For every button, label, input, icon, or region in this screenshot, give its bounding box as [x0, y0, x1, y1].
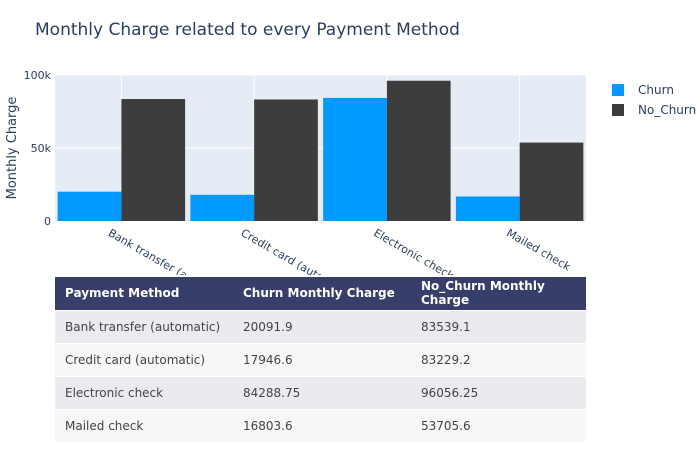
table-cell: 16803.6 — [233, 408, 411, 442]
table-header-row: Payment Method Churn Monthly Charge No_C… — [55, 277, 586, 310]
table-cell: Mailed check — [55, 408, 233, 442]
legend-swatch-no-churn — [612, 104, 624, 116]
table-header-cell: Payment Method — [55, 277, 233, 310]
legend-item-no-churn[interactable]: No_Churn — [612, 100, 696, 120]
legend-item-churn[interactable]: Churn — [612, 80, 696, 100]
bar-no-churn — [519, 142, 584, 221]
bar-churn — [323, 97, 387, 221]
table-cell: 84288.75 — [233, 375, 411, 409]
table-cell: Credit card (automatic) — [55, 342, 233, 376]
x-tick-label: Credit card (automatic) — [239, 226, 357, 275]
bar-no-churn — [121, 99, 186, 221]
bar-no-churn — [386, 80, 451, 221]
bar-churn — [57, 191, 122, 221]
bar-churn — [455, 196, 520, 221]
legend: Churn No_Churn — [612, 80, 696, 120]
table-cell: Bank transfer (automatic) — [55, 309, 233, 343]
bar-churn — [190, 194, 255, 221]
data-table: Payment Method Churn Monthly Charge No_C… — [55, 277, 586, 442]
table-cell: 20091.9 — [233, 309, 411, 343]
y-tick-label: 50k — [31, 142, 52, 155]
y-axis-label: Monthly Charge — [5, 97, 20, 200]
table-row: Electronic check 84288.75 96056.25 — [55, 375, 586, 409]
table-cell: 96056.25 — [411, 375, 586, 409]
legend-label-no-churn: No_Churn — [638, 103, 697, 117]
y-tick-label: 100k — [24, 69, 52, 82]
table-cell: Electronic check — [55, 375, 233, 409]
table-header-cell: Churn Monthly Charge — [233, 277, 411, 310]
table-header-cell: No_Churn Monthly Charge — [411, 277, 586, 310]
legend-swatch-churn — [612, 84, 624, 96]
table-cell: 17946.6 — [233, 342, 411, 376]
page: Monthly Charge related to every Payment … — [0, 0, 700, 450]
table-row: Bank transfer (automatic) 20091.9 83539.… — [55, 309, 586, 343]
table-row: Credit card (automatic) 17946.6 83229.2 — [55, 342, 586, 376]
x-tick-label: Mailed check — [504, 226, 573, 273]
table-cell: 53705.6 — [411, 408, 586, 442]
table-cell: 83539.1 — [411, 309, 586, 343]
table-cell: 83229.2 — [411, 342, 586, 376]
x-tick-label: Bank transfer (automatic) — [106, 226, 236, 275]
y-tick-label: 0 — [44, 215, 51, 228]
legend-label-churn: Churn — [638, 83, 674, 97]
table-row: Mailed check 16803.6 53705.6 — [55, 408, 586, 442]
bar-no-churn — [254, 99, 318, 221]
bar-chart: 0 50k 100k Bank transfer (automatic) Credit … — [5, 69, 586, 275]
x-tick-label: Electronic check — [371, 226, 456, 275]
